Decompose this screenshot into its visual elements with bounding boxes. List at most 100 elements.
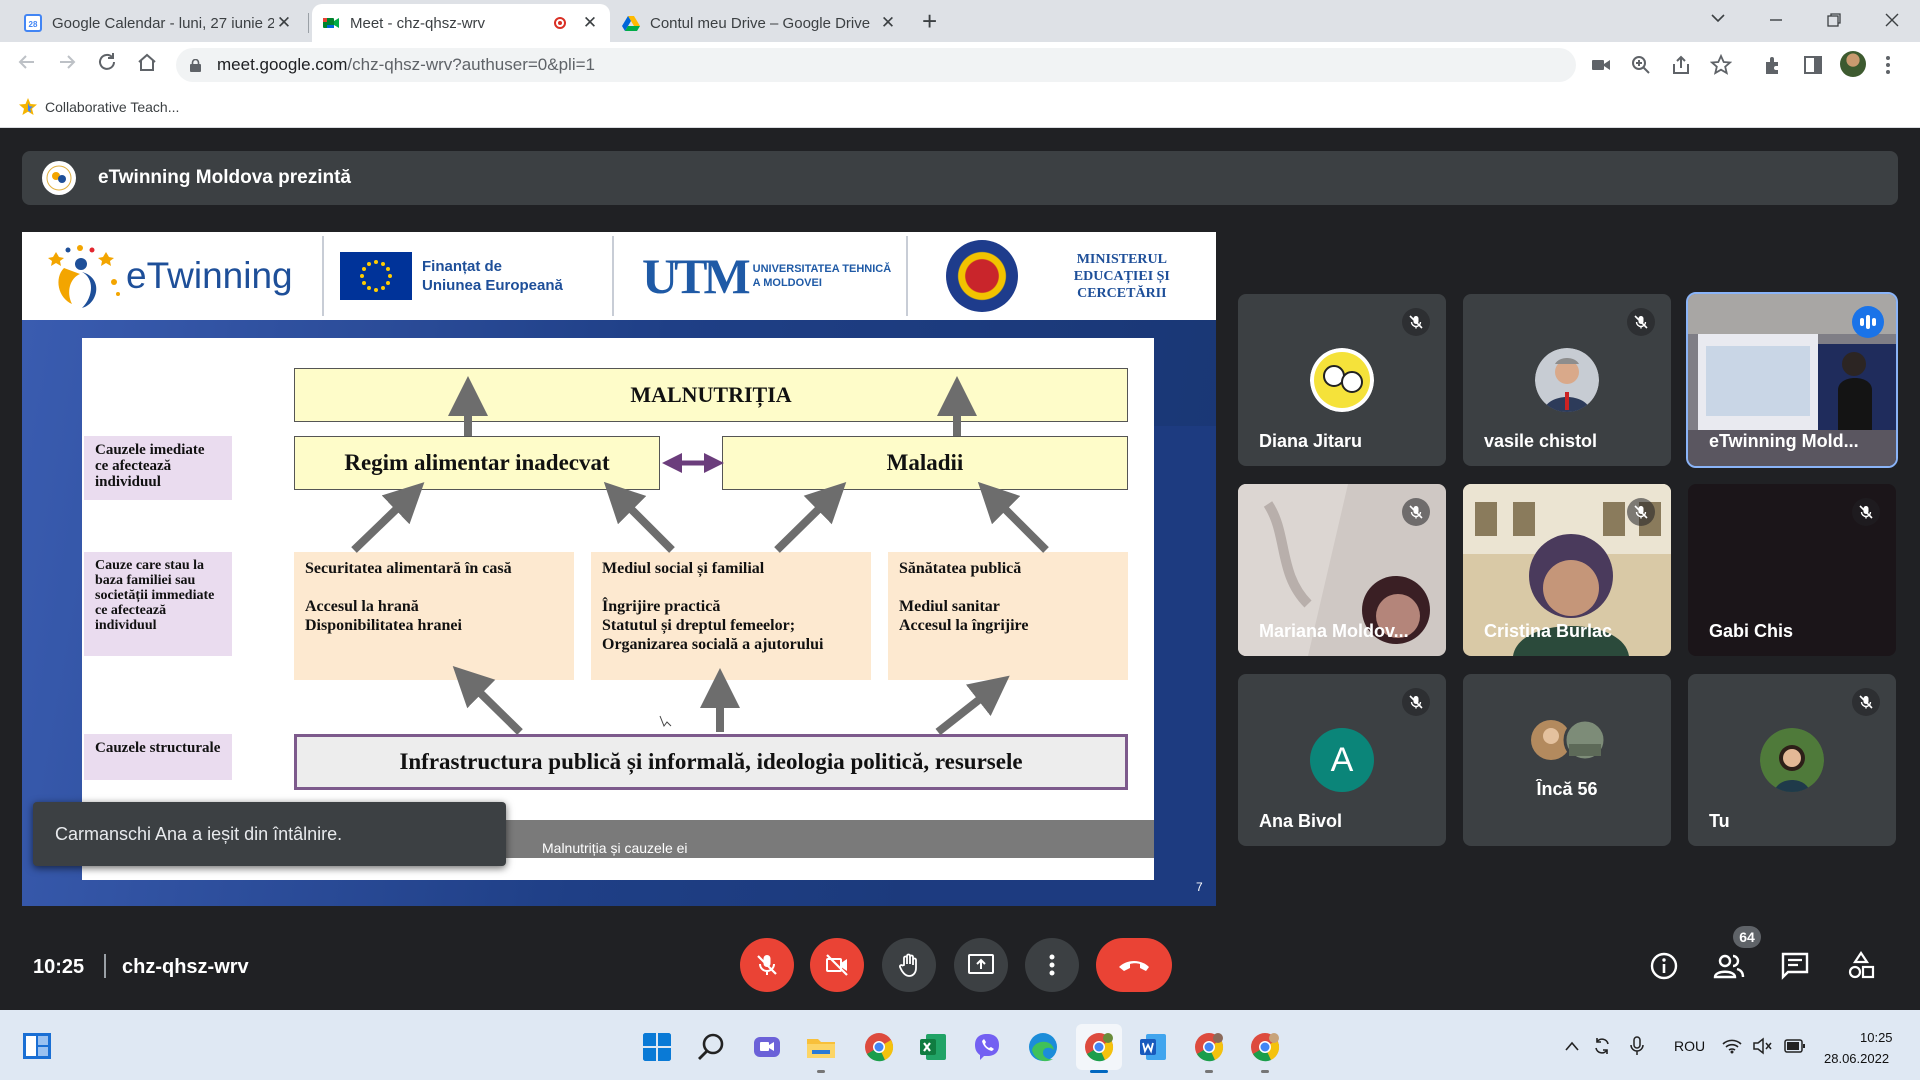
close-icon[interactable]: ✕ [878,13,898,33]
profile-avatar[interactable] [1840,51,1866,77]
more-participants-label: Încă 56 [1536,779,1598,799]
slide-content: MALNUTRIȚIA Cauzele imediate ce afecteaz… [82,338,1154,880]
camera-toggle-button[interactable] [810,938,864,992]
chat-button[interactable] [1779,950,1811,982]
more-options-button[interactable] [1025,938,1079,992]
close-icon[interactable]: ✕ [274,13,294,33]
eu-flag-icon [340,252,412,300]
activities-button[interactable] [1845,950,1877,982]
participant-tile[interactable]: vasile chistol [1463,294,1671,466]
restore-icon[interactable] [1826,12,1842,28]
wifi-icon[interactable] [1722,1038,1742,1054]
taskbar-running-indicator [817,1070,825,1073]
arrow [935,675,1010,736]
bookmark-favicon-icon [19,98,37,115]
hand-icon [899,953,917,977]
sync-icon[interactable] [1592,1036,1612,1056]
start-icon[interactable] [642,1032,672,1062]
word-icon[interactable] [1138,1032,1168,1062]
tab-meet[interactable]: Meet - chz-qhsz-wrv ✕ [312,4,610,42]
window-close-icon[interactable] [1884,12,1900,28]
widgets-icon[interactable] [22,1032,52,1060]
url-field[interactable]: meet.google.com/chz-qhsz-wrv?authuser=0&… [176,48,1576,82]
close-icon[interactable]: ✕ [580,13,600,33]
leave-call-button[interactable] [1096,938,1172,992]
svg-text:28: 28 [29,20,38,29]
slide-caption: Malnutriția și cauzele ei [542,840,688,856]
taskbar-clock[interactable]: 10:25 [1860,1030,1893,1045]
ministry-text: MINISTERUL EDUCAȚIEI ȘI CERCETĂRII [1028,251,1216,302]
chrome-icon[interactable] [864,1032,894,1062]
present-icon [968,954,994,974]
forward-icon[interactable] [56,51,78,73]
bookmark-collaborative-teach[interactable]: Collaborative Teach... [18,97,179,117]
share-icon[interactable] [1670,54,1692,76]
ministry-line-2: EDUCAȚIEI ȘI CERCETĂRII [1073,268,1170,301]
chrome-profile-2-icon[interactable] [1194,1032,1224,1062]
participant-tile[interactable]: Diana Jitaru [1238,294,1446,466]
present-screen-button[interactable] [954,938,1008,992]
minimize-icon[interactable] [1768,12,1784,28]
tab-google-calendar[interactable]: 28 Google Calendar - luni, 27 iunie 2022… [14,4,304,42]
chevron-up-icon[interactable] [1564,1040,1580,1052]
back-icon[interactable] [16,51,38,73]
tab-title: Google Calendar - luni, 27 iunie 2022 [52,14,274,32]
participant-tile[interactable]: Cristina Burlac [1463,484,1671,656]
side-panel-icon[interactable] [1802,54,1824,76]
reload-icon[interactable] [96,51,118,73]
file-explorer-icon[interactable] [806,1032,836,1062]
participant-tile-active-speaker[interactable]: eTwinning Mold... [1686,292,1898,468]
recording-icon [554,17,566,29]
participant-tile[interactable]: Gabi Chis [1688,484,1896,656]
teams-chat-icon[interactable] [752,1032,782,1062]
tab-google-drive[interactable]: Contul meu Drive – Google Drive ✕ [612,4,908,42]
microphone-toggle-button[interactable] [740,938,794,992]
chrome-profile-icon[interactable] [1084,1032,1114,1062]
more-participants-tile[interactable]: Încă 56 [1463,674,1671,846]
address-bar: meet.google.com/chz-qhsz-wrv?authuser=0&… [0,42,1920,88]
browser-menu-icon[interactable] [1884,54,1892,76]
meeting-details-button[interactable] [1648,950,1680,982]
people-icon [1713,954,1745,979]
tab-search-icon[interactable] [1710,10,1726,26]
taskbar-date[interactable]: 28.06.2022 [1824,1051,1889,1066]
volume-muted-icon[interactable] [1752,1037,1772,1055]
participant-tile-self[interactable]: Tu [1688,674,1896,846]
lock-icon [190,58,201,72]
camera-in-use-icon[interactable] [1590,54,1612,76]
tab-title: Meet - chz-qhsz-wrv [350,14,486,32]
extensions-icon[interactable] [1762,54,1784,76]
participant-name: Ana Bivol [1259,811,1343,831]
participant-initial-avatar: A [1310,728,1374,792]
chrome-profile-3-icon[interactable] [1250,1032,1280,1062]
participant-name: Diana Jitaru [1259,431,1363,451]
new-tab-button[interactable]: + [922,6,937,37]
utm-mark: UTM [642,248,751,304]
participant-count-badge: 64 [1733,926,1761,948]
mic-off-icon [1627,308,1655,336]
logo-divider [322,236,324,316]
hang-up-icon [1119,961,1149,971]
taskbar-running-indicator [1205,1070,1213,1073]
search-icon[interactable] [696,1032,726,1062]
more-vert-icon [1049,954,1055,976]
zoom-icon[interactable] [1630,54,1652,76]
presenter-avatar [42,161,76,195]
tray-mic-icon[interactable] [1630,1036,1644,1056]
participant-tile[interactable]: A Ana Bivol [1238,674,1446,846]
bookmark-star-icon[interactable] [1710,54,1732,76]
battery-icon[interactable] [1784,1039,1806,1053]
raise-hand-button[interactable] [882,938,936,992]
mic-off-icon [1402,308,1430,336]
participant-tile[interactable]: Mariana Moldov... [1238,484,1446,656]
edge-icon[interactable] [1028,1032,1058,1062]
participant-name: Gabi Chis [1709,621,1794,641]
people-button[interactable] [1713,950,1745,982]
input-language[interactable]: ROU [1674,1038,1705,1054]
viber-icon[interactable] [972,1032,1002,1062]
home-icon[interactable] [136,51,158,73]
drive-icon [622,16,640,31]
bookmarks-bar: Collaborative Teach... [0,88,1920,128]
utm-text: UNIVERSITATEA TEHNICĂ A MOLDOVEI [753,262,892,290]
excel-icon[interactable] [918,1032,948,1062]
